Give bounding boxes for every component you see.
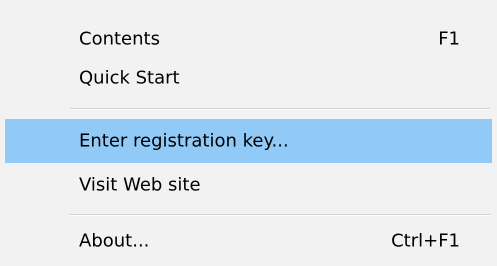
menu-item-visit-web-site[interactable]: Visit Web site xyxy=(0,163,497,207)
menu-item-about[interactable]: About... Ctrl+F1 xyxy=(0,219,497,263)
help-context-menu: Contents F1 Quick Start Enter registrati… xyxy=(0,0,497,266)
menu-item-shortcut: Ctrl+F1 xyxy=(391,230,460,252)
menu-item-quick-start[interactable]: Quick Start xyxy=(0,56,497,100)
menu-item-shortcut: F1 xyxy=(438,28,460,50)
menu-separator-highlight xyxy=(70,109,490,110)
menu-item-enter-registration-key[interactable]: Enter registration key... xyxy=(5,119,492,163)
menu-item-label: Visit Web site xyxy=(79,174,201,196)
menu-item-label: Enter registration key... xyxy=(79,130,289,152)
menu-item-label: Quick Start xyxy=(79,67,180,89)
menu-separator-highlight xyxy=(70,215,490,216)
menu-item-contents[interactable]: Contents F1 xyxy=(0,17,497,61)
menu-item-label: About... xyxy=(79,230,150,252)
menu-item-label: Contents xyxy=(79,28,160,50)
